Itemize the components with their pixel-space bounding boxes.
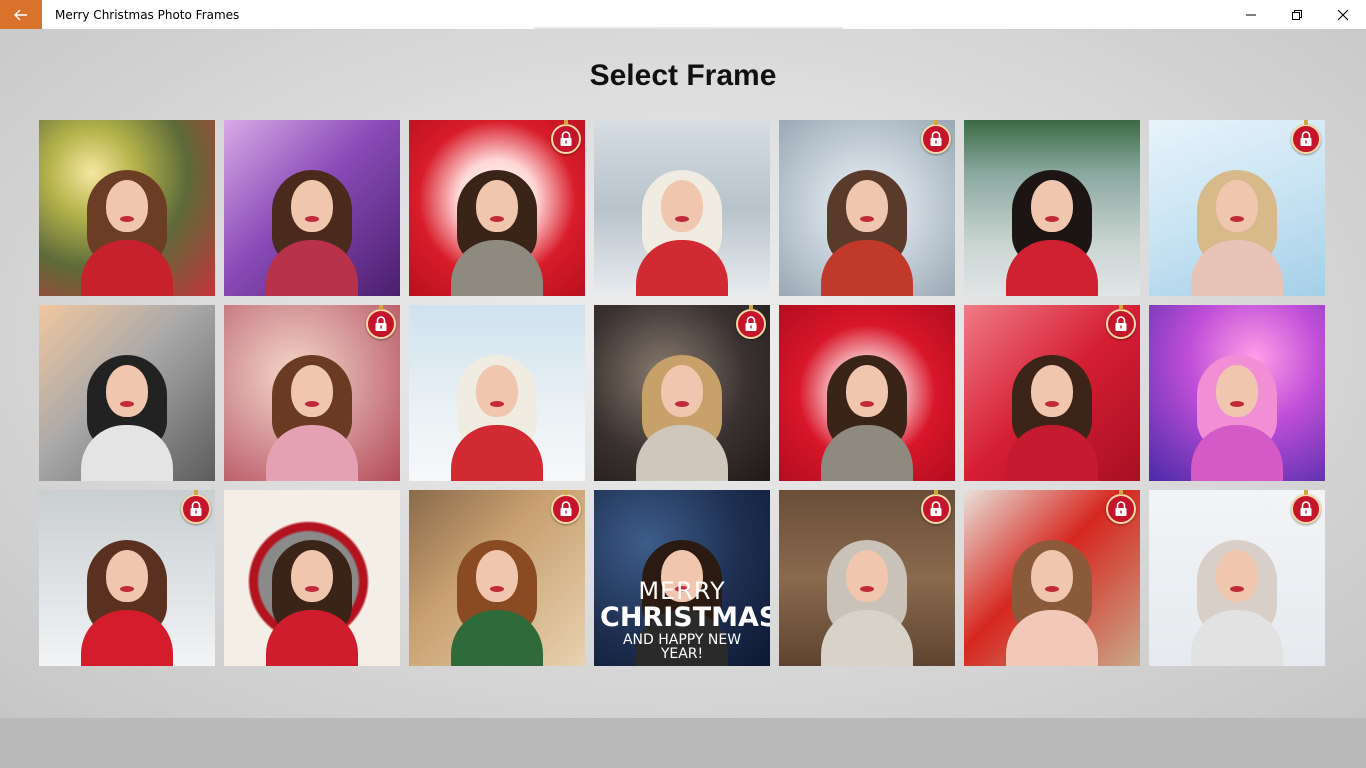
- frame-thumbnail[interactable]: [224, 305, 400, 481]
- portrait-photo: [451, 526, 543, 666]
- frame-thumbnail[interactable]: [1149, 305, 1325, 481]
- frame-thumbnail[interactable]: [779, 305, 955, 481]
- portrait-photo: [81, 341, 173, 481]
- portrait-photo: [266, 526, 358, 666]
- portrait-photo: [81, 526, 173, 666]
- close-icon: [1337, 9, 1349, 20]
- portrait-photo: [1191, 156, 1283, 296]
- page-title: Select Frame: [589, 59, 777, 92]
- lock-icon: [736, 305, 766, 339]
- lock-icon: [551, 490, 581, 524]
- portrait-photo: [1006, 341, 1098, 481]
- frame-thumbnail[interactable]: [409, 120, 585, 296]
- portrait-photo: [451, 156, 543, 296]
- frame-thumbnail[interactable]: [779, 120, 955, 296]
- bottom-bar: [0, 718, 1366, 768]
- greeting-line: CHRISTMAS: [600, 602, 770, 634]
- app-title: Merry Christmas Photo Frames: [55, 7, 240, 22]
- portrait-photo: [821, 526, 913, 666]
- portrait-photo: [451, 341, 543, 481]
- greeting-line: MERRY: [638, 577, 726, 606]
- lock-icon: [921, 120, 951, 154]
- lock-icon: [181, 490, 211, 524]
- lock-icon: [1106, 305, 1136, 339]
- frame-thumbnail[interactable]: [964, 305, 1140, 481]
- close-button[interactable]: [1320, 0, 1366, 29]
- frame-thumbnail[interactable]: [1149, 490, 1325, 666]
- frame-thumbnail[interactable]: [39, 305, 215, 481]
- lock-icon: [921, 490, 951, 524]
- frame-thumbnail[interactable]: [594, 305, 770, 481]
- minimize-button[interactable]: [1228, 0, 1274, 29]
- restore-button[interactable]: [1274, 0, 1320, 29]
- portrait-photo: [1006, 526, 1098, 666]
- lock-icon: [1291, 490, 1321, 524]
- lock-icon: [551, 120, 581, 154]
- frame-thumbnail[interactable]: MERRY CHRISTMAS AND HAPPY NEW YEAR!: [594, 490, 770, 666]
- frame-thumbnail[interactable]: [39, 490, 215, 666]
- frame-grid: MERRY CHRISTMAS AND HAPPY NEW YEAR!: [39, 120, 1325, 666]
- greeting-text: MERRY CHRISTMAS AND HAPPY NEW YEAR!: [600, 577, 770, 663]
- portrait-photo: [81, 156, 173, 296]
- frame-thumbnail[interactable]: [594, 120, 770, 296]
- frame-thumbnail[interactable]: [779, 490, 955, 666]
- frame-thumbnail[interactable]: [409, 490, 585, 666]
- portrait-photo: [1191, 341, 1283, 481]
- portrait-photo: [821, 341, 913, 481]
- lock-icon: [1106, 490, 1136, 524]
- lock-icon: [1291, 120, 1321, 154]
- title-bar: Merry Christmas Photo Frames: [0, 0, 1366, 29]
- portrait-photo: [1191, 526, 1283, 666]
- lock-icon: [366, 305, 396, 339]
- back-arrow-icon: [14, 9, 27, 20]
- portrait-photo: [636, 341, 728, 481]
- portrait-photo: [266, 341, 358, 481]
- frame-thumbnail[interactable]: [1149, 120, 1325, 296]
- portrait-photo: [1006, 156, 1098, 296]
- frame-thumbnail[interactable]: [964, 120, 1140, 296]
- portrait-photo: [821, 156, 913, 296]
- restore-icon: [1292, 9, 1302, 20]
- frame-thumbnail[interactable]: [224, 490, 400, 666]
- frame-thumbnail[interactable]: [39, 120, 215, 296]
- frame-thumbnail[interactable]: [409, 305, 585, 481]
- window-controls: [1228, 0, 1366, 29]
- portrait-photo: [636, 156, 728, 296]
- greeting-line: AND HAPPY NEW YEAR!: [622, 631, 742, 663]
- main-content: Select Frame MERRY CHRISTMAS AND HAPPY NEW…: [0, 29, 1366, 718]
- frame-thumbnail[interactable]: [224, 120, 400, 296]
- back-button[interactable]: [0, 0, 42, 29]
- frame-thumbnail[interactable]: [964, 490, 1140, 666]
- portrait-photo: [266, 156, 358, 296]
- minimize-icon: [1246, 14, 1256, 15]
